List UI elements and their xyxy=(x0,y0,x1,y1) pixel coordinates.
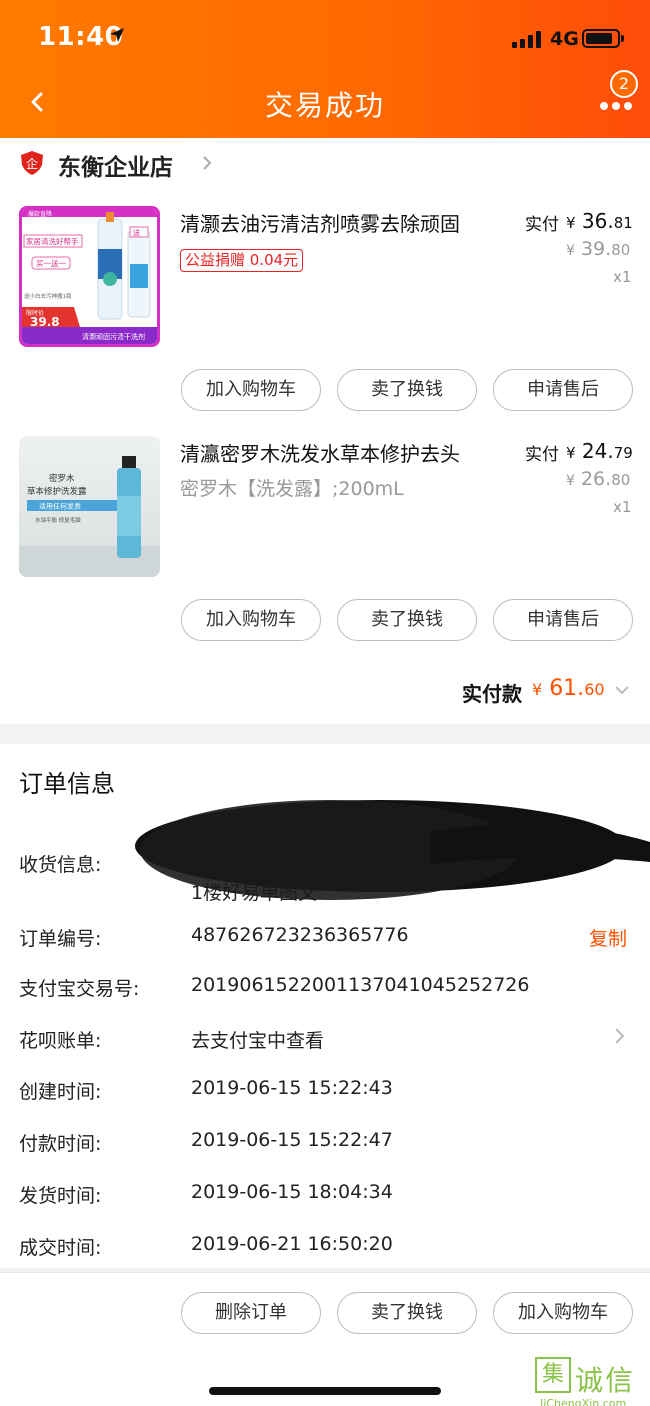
resell-button[interactable]: 卖了换钱 xyxy=(337,1292,477,1334)
add-to-cart-button[interactable]: 加入购物车 xyxy=(181,599,321,641)
alipay-no-label: 支付宝交易号: xyxy=(19,978,140,1000)
shop-name: 东衡企业店 xyxy=(58,155,173,181)
watermark-logo: 集 xyxy=(535,1357,571,1393)
signal-icon xyxy=(512,30,544,48)
watermark-url: JiChengXin.com xyxy=(540,1397,627,1406)
paid-price: ¥ 36.81 xyxy=(566,209,633,233)
product-title[interactable]: 清灏去油污清洁剂喷雾去除顽固 xyxy=(180,208,460,237)
alipay-no-value: 2019061522001137041045252726 xyxy=(191,974,530,996)
order-info-title: 订单信息 xyxy=(19,770,115,798)
img-note: 送小白去污神器1瓶 xyxy=(24,292,72,300)
img-gift: 送 xyxy=(133,228,140,237)
bottom-action-bar: 删除订单 卖了换钱 加入购物车 集 诚信 JiChengXin.com xyxy=(0,1272,650,1406)
battery-icon xyxy=(582,29,624,48)
img-price: 39.8 xyxy=(30,315,60,329)
network-type: 4G xyxy=(550,28,579,50)
chevron-right-icon xyxy=(203,156,212,170)
img-note2: 水油平衡 修复毛躁 xyxy=(35,516,81,524)
paid-price: ¥ 24.79 xyxy=(566,439,633,463)
address-label: 收货信息: xyxy=(19,854,102,876)
paid-label: 实付 xyxy=(525,445,559,465)
huabei-link[interactable]: 去支付宝中查看 xyxy=(191,1026,324,1053)
quantity: x1 xyxy=(613,268,632,286)
order-number-value: 487626723236365776 xyxy=(191,924,409,946)
order-card: 企 东衡企业店 爆款直降 家居清洗好帮手 买一送一 送小白去污神器1瓶 送 限时… xyxy=(0,138,650,724)
order-info-section: 订单信息 收货信息: 1楼好易单图文 订单编号: 487626723236365… xyxy=(0,744,650,1268)
location-arrow-icon xyxy=(110,28,124,42)
img-left-tag: 家居清洗好帮手 xyxy=(26,236,79,246)
img-brand: 密罗木 xyxy=(49,473,75,484)
shop-row[interactable]: 企 东衡企业店 xyxy=(0,138,650,188)
paid-time-value: 2019-06-15 15:22:47 xyxy=(191,1129,393,1151)
shipped-time-label: 发货时间: xyxy=(19,1185,102,1207)
add-to-cart-button[interactable]: 加入购物车 xyxy=(493,1292,633,1334)
done-time-value: 2019-06-21 16:50:20 xyxy=(191,1233,393,1255)
created-time-value: 2019-06-15 15:22:43 xyxy=(191,1077,393,1099)
original-price: ¥ 26.80 xyxy=(566,468,631,490)
created-time-label: 创建时间: xyxy=(19,1081,102,1103)
home-indicator[interactable] xyxy=(209,1387,441,1395)
total-label: 实付款 xyxy=(462,682,522,706)
img-top-banner: 爆款直降 xyxy=(28,210,52,218)
enterprise-shield-icon: 企 xyxy=(21,151,43,175)
resell-button[interactable]: 卖了换钱 xyxy=(337,599,477,641)
paid-time-label: 付款时间: xyxy=(19,1133,102,1155)
delete-order-button[interactable]: 删除订单 xyxy=(181,1292,321,1334)
watermark-text: 诚信 xyxy=(575,1364,636,1397)
paid-label: 实付 xyxy=(525,215,559,235)
product-title[interactable]: 清瀛密罗木洗发水草本修护去头 xyxy=(180,438,460,467)
svg-text:企: 企 xyxy=(26,156,38,171)
donation-tag: 公益捐赠 0.04元 xyxy=(180,249,304,272)
chevron-down-icon[interactable] xyxy=(614,684,630,696)
order-number-label: 订单编号: xyxy=(19,928,102,950)
chevron-right-icon[interactable] xyxy=(614,1026,626,1046)
resell-button[interactable]: 卖了换钱 xyxy=(337,369,477,411)
product-image-cleaner[interactable]: 爆款直降 家居清洗好帮手 买一送一 送小白去污神器1瓶 送 限时价 39.8 清… xyxy=(19,206,160,347)
img-name: 草本修护洗发露 xyxy=(27,486,87,497)
total-amount: ¥ 61.60 xyxy=(532,676,605,701)
page-title: 交易成功 xyxy=(264,89,385,122)
img-tag: 适用任何发质 xyxy=(39,502,81,511)
after-sale-button[interactable]: 申请售后 xyxy=(493,369,633,411)
img-bottom: 清灏顽固污渍干洗剂 xyxy=(82,332,145,341)
message-badge: 2 xyxy=(610,70,638,98)
redaction-scribble xyxy=(135,800,650,900)
original-price: ¥ 39.80 xyxy=(566,238,631,260)
nav-header: 11:40 4G 交易成功 2 xyxy=(0,0,650,138)
add-to-cart-button[interactable]: 加入购物车 xyxy=(181,369,321,411)
quantity: x1 xyxy=(613,498,632,516)
shipped-time-value: 2019-06-15 18:04:34 xyxy=(191,1181,393,1203)
img-promo: 买一送一 xyxy=(36,258,66,268)
status-bar: 11:40 4G xyxy=(0,0,650,76)
product-image-shampoo[interactable]: 密罗木 草本修护洗发露 适用任何发质 水油平衡 修复毛躁 xyxy=(19,436,160,577)
copy-button[interactable]: 复制 xyxy=(589,924,627,951)
product-spec: 密罗木【洗发露】;200mL xyxy=(180,478,404,500)
done-time-label: 成交时间: xyxy=(19,1237,102,1259)
huabei-label: 花呗账单: xyxy=(19,1030,102,1052)
after-sale-button[interactable]: 申请售后 xyxy=(493,599,633,641)
